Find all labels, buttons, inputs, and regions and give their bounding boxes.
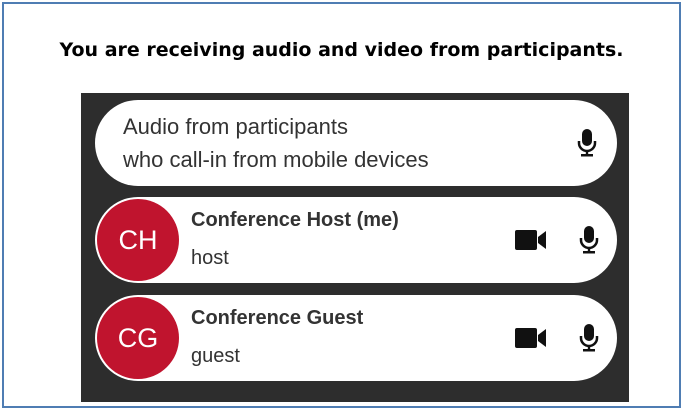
mobile-audio-label: Audio from participants who call-in from… [123,110,429,176]
mobile-audio-line2: who call-in from mobile devices [123,147,429,172]
page-heading: You are receiving audio and video from p… [59,39,624,61]
video-camera-icon[interactable] [515,229,547,251]
microphone-icon[interactable] [579,226,599,254]
participant-name: Conference Guest [191,307,364,329]
participant-row-host: CH Conference Host (me) host [95,197,617,283]
video-camera-icon[interactable] [515,327,547,349]
microphone-icon[interactable] [579,324,599,352]
microphone-icon[interactable] [577,129,597,157]
mobile-audio-row: Audio from participants who call-in from… [95,100,617,186]
participant-role: host [191,247,229,269]
mobile-audio-line1: Audio from participants [123,114,348,139]
avatar: CH [97,199,179,281]
avatar: CG [97,297,179,379]
info-frame: You are receiving audio and video from p… [2,2,681,408]
participants-panel: Audio from participants who call-in from… [81,93,629,402]
participant-row-guest: CG Conference Guest guest [95,295,617,381]
participant-role: guest [191,345,240,367]
participant-name: Conference Host (me) [191,209,399,231]
